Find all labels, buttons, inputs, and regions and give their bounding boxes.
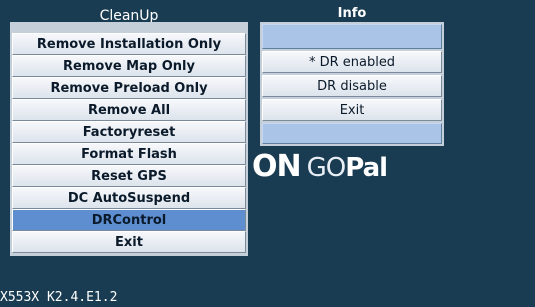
logo-on-text: ON [252,149,302,184]
info-exit-button[interactable]: Exit [262,99,442,121]
dr-enabled-button[interactable]: * DR enabled [262,51,442,73]
info-blank-row-top [262,24,442,49]
remove-preload-only-button[interactable]: Remove Preload Only [12,77,246,99]
cleanup-exit-button[interactable]: Exit [12,231,246,253]
logo-pal-text: Pal [345,153,388,183]
factoryreset-button[interactable]: Factoryreset [12,121,246,143]
dc-autosuspend-button[interactable]: DC AutoSuspend [12,187,246,209]
dr-disable-button[interactable]: DR disable [262,75,442,97]
remove-map-only-button[interactable]: Remove Map Only [12,55,246,77]
reset-gps-button[interactable]: Reset GPS [12,165,246,187]
version-label: X553X K2.4.E1.2 [0,290,118,305]
gopal-logo: ON GO Pal [252,149,388,184]
remove-installation-only-button[interactable]: Remove Installation Only [12,33,246,55]
drcontrol-button[interactable]: DRControl [12,209,246,231]
logo-go-text: GO [306,153,347,183]
info-blank-row-bottom [262,123,442,144]
format-flash-button[interactable]: Format Flash [12,143,246,165]
remove-all-button[interactable]: Remove All [12,99,246,121]
info-panel-title: Info [260,6,444,21]
